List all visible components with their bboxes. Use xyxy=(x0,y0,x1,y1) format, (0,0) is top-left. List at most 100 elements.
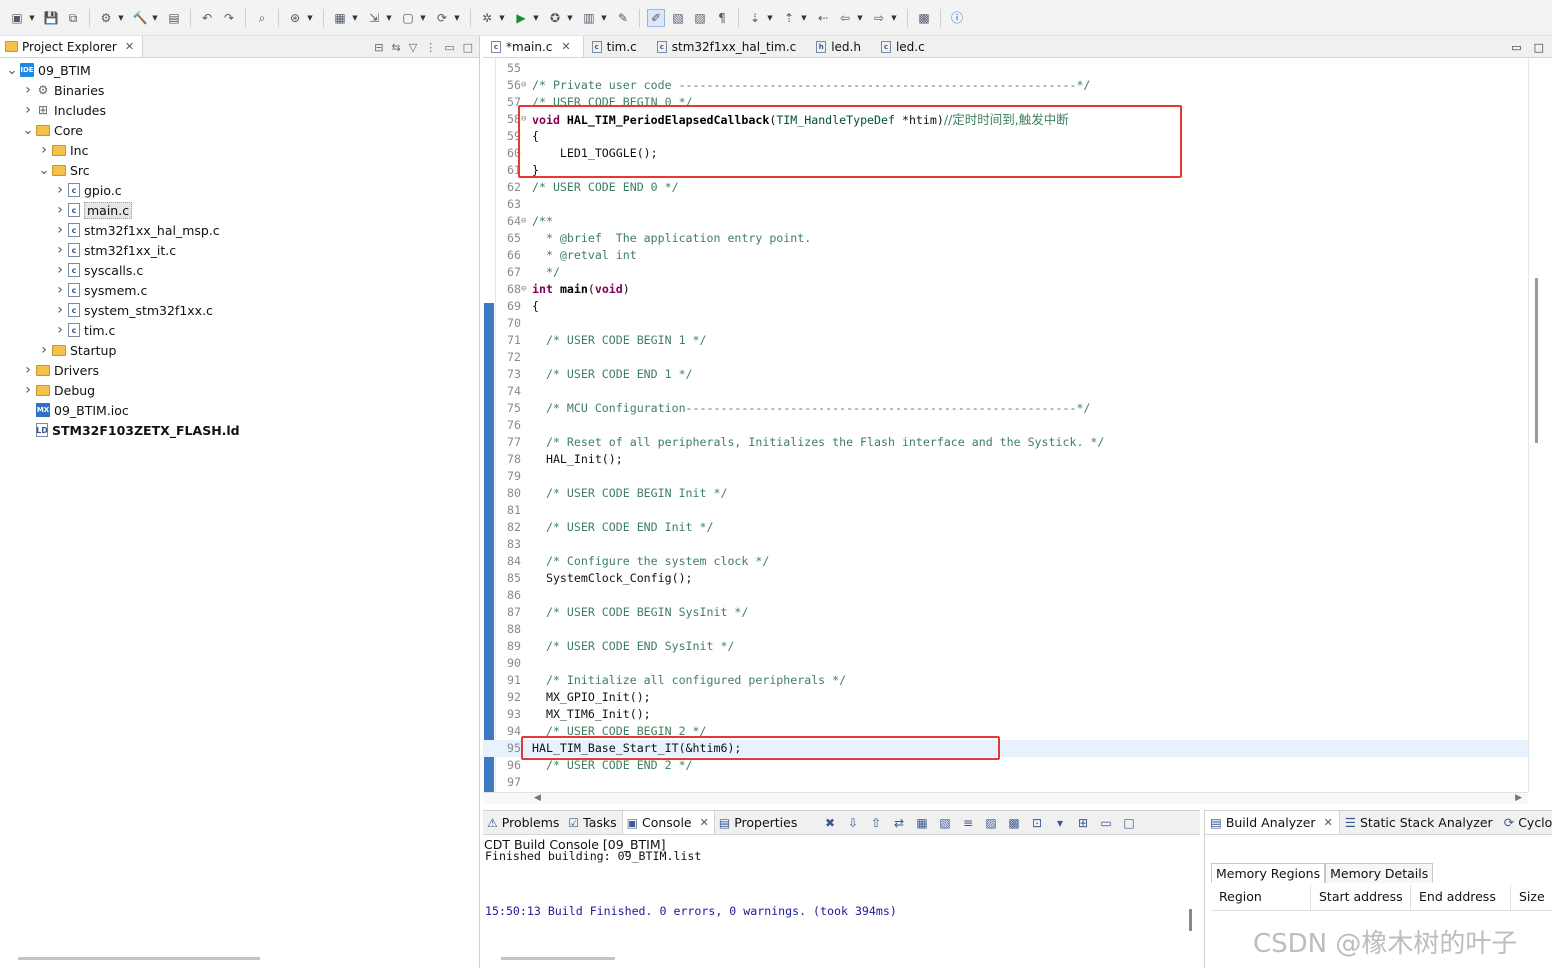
dropdown-arrow-icon[interactable]: ▼ xyxy=(419,9,427,27)
editor-vertical-scrollbar[interactable] xyxy=(1528,58,1552,792)
dropdown-arrow-icon[interactable]: ▼ xyxy=(800,9,808,27)
code-line[interactable]: 88 xyxy=(483,621,1528,638)
import-icon[interactable]: ⇲ xyxy=(365,9,383,27)
close-icon[interactable]: ✕ xyxy=(700,816,709,829)
copy-icon[interactable]: ▦ xyxy=(912,816,932,830)
tree-item[interactable]: › c main.c xyxy=(54,200,133,220)
tree-item[interactable]: MX 09_BTIM.ioc xyxy=(22,400,129,420)
chevron-right-icon[interactable]: › xyxy=(22,362,34,378)
tree-item[interactable]: ⌄ Src xyxy=(38,160,90,180)
tab-project-explorer[interactable]: Project Explorer ✕ xyxy=(0,36,144,57)
word-wrap-icon[interactable]: ≡ xyxy=(958,816,978,830)
tab-console[interactable]: ▣ Console ✕ xyxy=(621,811,715,834)
chevron-right-icon[interactable]: › xyxy=(54,202,66,218)
tab-problems[interactable]: ⚠ Problems xyxy=(483,811,564,834)
chevron-right-icon[interactable]: › xyxy=(38,342,50,358)
code-line[interactable]: 65 * @brief The application entry point. xyxy=(483,230,1528,247)
back-icon[interactable]: ⇦ xyxy=(836,9,854,27)
tree-item[interactable]: › ⊞ Includes xyxy=(22,100,106,120)
tree-item[interactable]: › c system_stm32f1xx.c xyxy=(54,300,213,320)
code-line[interactable]: 92 MX_GPIO_Init(); xyxy=(483,689,1528,706)
chevron-right-icon[interactable]: › xyxy=(54,242,66,258)
collapse-all-icon[interactable]: ⊟ xyxy=(374,41,383,54)
code-line[interactable]: 69 { xyxy=(483,298,1528,315)
last-edit-icon[interactable]: ⇠ xyxy=(814,9,832,27)
view-menu-icon[interactable]: ⋮ xyxy=(425,41,436,54)
code-line[interactable]: 83 xyxy=(483,536,1528,553)
tab-cyclomatic[interactable]: ⟳Cyclomatic xyxy=(1499,811,1552,834)
editor-tab-led-h[interactable]: h led.h xyxy=(808,36,873,57)
tree-item[interactable]: ⌄ Core xyxy=(22,120,83,140)
code-line[interactable]: 81 xyxy=(483,502,1528,519)
tree-item[interactable]: › c stm32f1xx_hal_msp.c xyxy=(54,220,219,240)
tree-item[interactable]: › Debug xyxy=(22,380,95,400)
debug-config-icon[interactable]: ⊛ xyxy=(286,9,304,27)
redo-icon[interactable]: ↷ xyxy=(220,9,238,27)
dropdown-arrow-icon[interactable]: ▼ xyxy=(151,9,159,27)
editor-horizontal-scrollbar[interactable]: ◀ ▶ xyxy=(483,792,1528,804)
chevron-right-icon[interactable]: › xyxy=(54,322,66,338)
code-line[interactable]: 74 xyxy=(483,383,1528,400)
chevron-right-icon[interactable]: › xyxy=(54,302,66,318)
undo-icon[interactable]: ↶ xyxy=(198,9,216,27)
chevron-right-icon[interactable]: › xyxy=(22,382,34,398)
debug-bug-icon[interactable]: ✲ xyxy=(478,9,496,27)
maximize-icon[interactable]: □ xyxy=(463,41,473,54)
code-line[interactable]: 89 /* USER CODE END SysInit */ xyxy=(483,638,1528,655)
tree-item[interactable]: › Startup xyxy=(38,340,116,360)
edit-pen-icon[interactable]: ✐ xyxy=(647,8,665,27)
refresh-icon[interactable]: ⟳ xyxy=(433,9,451,27)
dropdown-arrow-icon[interactable]: ▼ xyxy=(28,9,36,27)
chevron-down-icon[interactable]: ⌄ xyxy=(38,163,50,178)
filter-icon[interactable]: ▽ xyxy=(409,41,417,54)
code-line[interactable]: 91 /* Initialize all configured peripher… xyxy=(483,672,1528,689)
code-line[interactable]: 55 xyxy=(483,60,1528,77)
code-line[interactable]: 71 /* USER CODE BEGIN 1 */ xyxy=(483,332,1528,349)
link-editor-icon[interactable]: ⇆ xyxy=(392,41,401,54)
code-line[interactable]: 97 xyxy=(483,774,1528,791)
chevron-right-icon[interactable]: › xyxy=(54,182,66,198)
perspective-icon[interactable]: ▩ xyxy=(915,9,933,27)
pin-icon[interactable]: ⇄ xyxy=(889,816,909,830)
code-line[interactable]: 87 /* USER CODE BEGIN SysInit */ xyxy=(483,604,1528,621)
tab-tasks[interactable]: ☑ Tasks xyxy=(564,811,621,834)
chevron-right-icon[interactable]: › xyxy=(22,82,34,98)
tree-item[interactable]: LD STM32F103ZETX_FLASH.ld xyxy=(22,420,240,440)
code-line[interactable]: 73 /* USER CODE END 1 */ xyxy=(483,366,1528,383)
subtab-memory-regions[interactable]: Memory Regions xyxy=(1211,863,1326,883)
new-project-icon[interactable]: ▦ xyxy=(331,9,349,27)
external-tools-icon[interactable]: ✪ xyxy=(546,9,564,27)
fold-toggle-icon[interactable]: ⊖ xyxy=(521,77,531,94)
open-type-icon[interactable]: ▥ xyxy=(580,9,598,27)
dropdown-arrow-icon[interactable]: ▼ xyxy=(856,9,864,27)
chevron-right-icon[interactable]: › xyxy=(54,282,66,298)
fold-toggle-icon[interactable]: ⊖ xyxy=(521,281,531,298)
paste-icon[interactable]: ▧ xyxy=(935,816,955,830)
code-line[interactable]: 67 */ xyxy=(483,264,1528,281)
code-line[interactable]: 80 /* USER CODE BEGIN Init */ xyxy=(483,485,1528,502)
new-file-icon[interactable]: ▢ xyxy=(399,9,417,27)
remove-all-icon[interactable]: ✖ xyxy=(820,816,840,830)
code-line[interactable]: 82 /* USER CODE END Init */ xyxy=(483,519,1528,536)
forward-icon[interactable]: ⇨ xyxy=(870,9,888,27)
maximize-icon[interactable]: □ xyxy=(1119,816,1139,830)
tree-item[interactable]: › Drivers xyxy=(22,360,99,380)
column-header-region[interactable]: Region xyxy=(1211,885,1311,910)
info-icon[interactable]: ⓘ xyxy=(948,9,966,27)
scrollbar-thumb[interactable] xyxy=(1535,278,1538,443)
dropdown-arrow-icon[interactable]: ▼ xyxy=(600,9,608,27)
code-line[interactable]: 75 /* MCU Configuration-----------------… xyxy=(483,400,1528,417)
close-icon[interactable]: ✕ xyxy=(561,40,570,53)
run-icon[interactable]: ▶ xyxy=(512,9,530,27)
code-line[interactable]: 56 ⊖/* Private user code ----------------… xyxy=(483,77,1528,94)
close-icon[interactable]: ✕ xyxy=(125,40,134,53)
chevron-right-icon[interactable]: › xyxy=(54,222,66,238)
code-line[interactable]: 70 xyxy=(483,315,1528,332)
tree-item[interactable]: › Inc xyxy=(38,140,88,160)
open-task-icon[interactable]: ✎ xyxy=(614,9,632,27)
dropdown-arrow-icon[interactable]: ▼ xyxy=(306,9,314,27)
show-whitespace-icon[interactable]: ¶ xyxy=(713,9,731,27)
block-selection-icon[interactable]: ▨ xyxy=(691,9,709,27)
view-menu-icon[interactable]: ▾ xyxy=(1050,816,1070,830)
save-icon[interactable]: 💾 xyxy=(42,9,60,27)
